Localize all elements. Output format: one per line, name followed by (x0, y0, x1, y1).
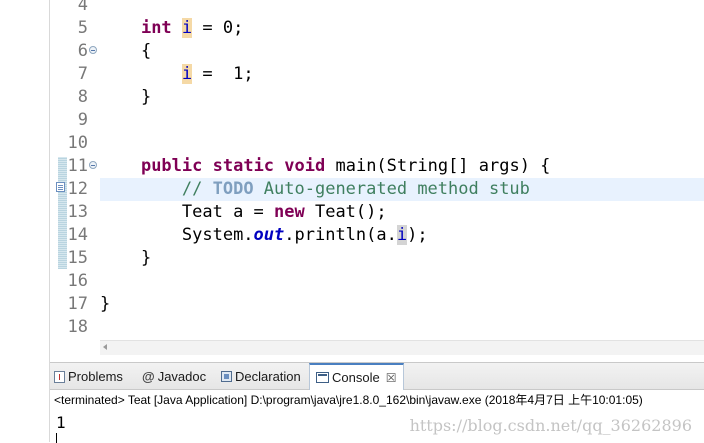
tab-console[interactable]: Console ☒ (309, 363, 404, 390)
line-number: 4 (77, 0, 88, 15)
line-number: 14 (67, 225, 88, 245)
scroll-left-icon[interactable] (103, 344, 107, 350)
keyword: public (140, 156, 203, 176)
console-output[interactable]: 1 (56, 413, 66, 433)
keyword: int (140, 18, 172, 38)
keyword: void (284, 156, 326, 176)
code-line-15: } (140, 248, 152, 268)
field-token: i (181, 64, 193, 84)
line-number: 10 (67, 133, 88, 153)
tab-declaration[interactable]: Declaration (221, 363, 301, 390)
field-token: i (181, 18, 193, 38)
todo-tag: TODO (212, 179, 254, 199)
code-line-7: i = 1; (181, 64, 254, 84)
line-number: 9 (77, 110, 88, 130)
line-number: 7 (77, 64, 88, 84)
code-line-12-current: // TODO Auto-generated method stub (100, 178, 704, 201)
line-number: 12 (67, 179, 88, 199)
line-number: 16 (67, 271, 88, 291)
field-token: i (396, 225, 408, 245)
code-line-11: public static void main(String[] args) { (140, 156, 551, 176)
line-number: 17 (67, 294, 88, 314)
tab-javadoc[interactable]: @ Javadoc (142, 363, 206, 390)
code-line-5: int i = 0; (140, 18, 244, 38)
watermark: https://blog.csdn.net/qq_36262896 (409, 416, 692, 435)
line-number-ruler: 4 5 6 7 8 9 10 11 12 13 14 15 16 17 18 (50, 0, 90, 339)
console-icon (316, 372, 329, 384)
left-panel-strip (0, 0, 50, 442)
fold-collapse-icon[interactable] (89, 161, 97, 169)
line-number: 18 (67, 317, 88, 337)
line-number: 15 (67, 248, 88, 268)
line-number: 6 (77, 41, 88, 61)
panel-tab-bar: Problems @ Javadoc Declaration Console ☒ (50, 363, 704, 390)
line-number: 11 (67, 156, 88, 176)
problems-icon (54, 370, 65, 383)
close-icon[interactable]: ☒ (386, 371, 397, 385)
code-line-14: System.out.println(a.i); (181, 225, 428, 245)
console-status-line: <terminated> Teat [Java Application] D:\… (54, 393, 643, 407)
code-line-13: Teat a = new Teat(); (181, 202, 387, 222)
code-text-area[interactable]: int i = 0; { i = 1; } public static void… (100, 17, 704, 339)
line-number: 13 (67, 202, 88, 222)
bottom-panel: Problems @ Javadoc Declaration Console ☒ <… (50, 362, 704, 443)
tab-problems[interactable]: Problems (54, 363, 123, 390)
keyword: new (274, 202, 305, 222)
line-number: 5 (77, 18, 88, 38)
declaration-icon (221, 371, 232, 383)
static-field-token: out (253, 225, 285, 245)
javadoc-icon: @ (142, 368, 155, 384)
line-number: 8 (77, 87, 88, 107)
code-line-17: } (100, 294, 111, 314)
keyword: static (212, 156, 275, 176)
fold-collapse-icon[interactable] (89, 46, 97, 54)
code-editor[interactable]: 4 5 6 7 8 9 10 11 12 13 14 15 16 17 18 i… (50, 0, 704, 362)
code-line-8: } (140, 87, 152, 107)
code-line-6: { (140, 41, 152, 61)
horizontal-scrollbar[interactable] (100, 340, 704, 355)
